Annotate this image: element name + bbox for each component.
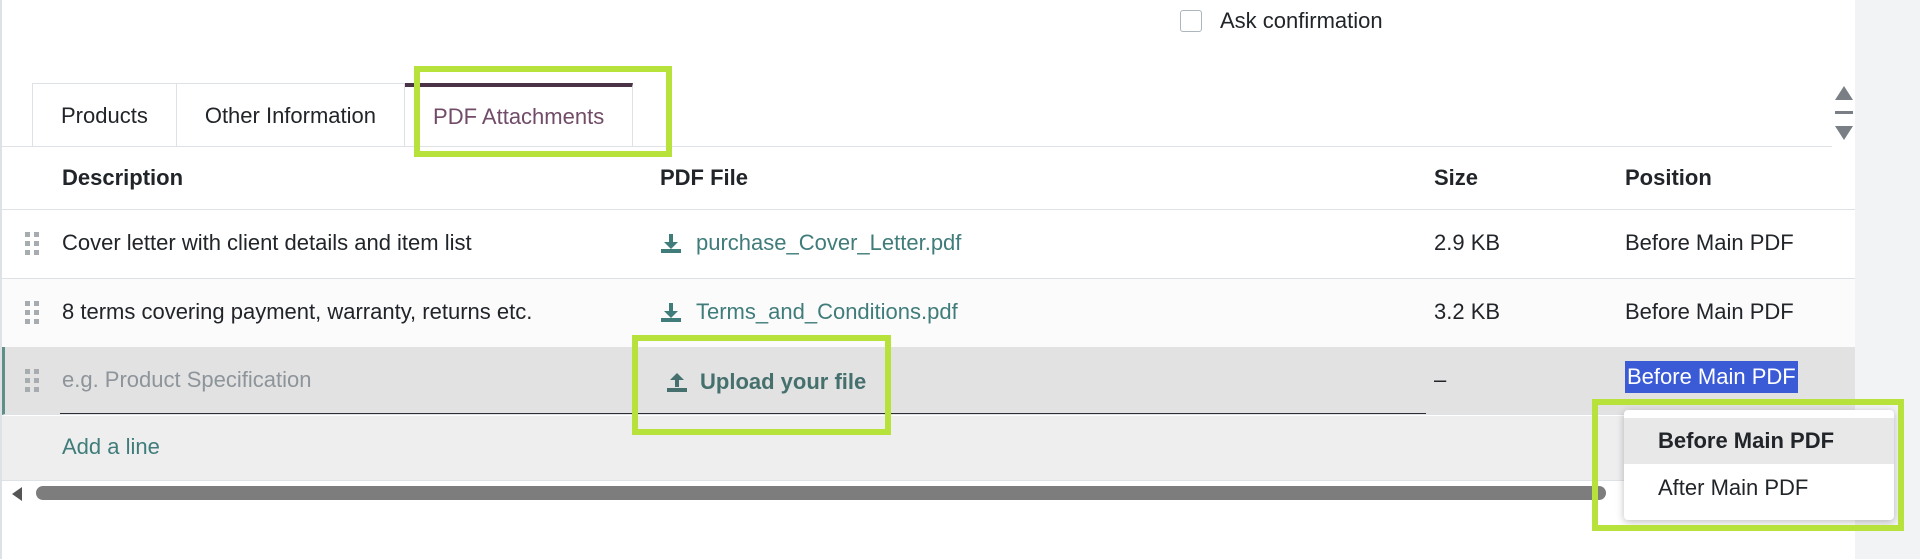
tab-products[interactable]: Products <box>32 83 177 147</box>
pdf-file-name[interactable]: purchase_Cover_Letter.pdf <box>696 230 961 256</box>
notebook-tabs: Products Other Information PDF Attachmen… <box>32 83 634 147</box>
scrollbar-thumb[interactable] <box>36 486 1606 500</box>
row-description[interactable]: Cover letter with client details and ite… <box>62 230 472 256</box>
tab-pdf-attachments[interactable]: PDF Attachments <box>405 83 634 147</box>
column-header-size[interactable]: Size <box>1434 165 1478 191</box>
column-header-description[interactable]: Description <box>62 165 183 191</box>
row-position[interactable]: Before Main PDF <box>1625 230 1794 256</box>
pdf-file-link[interactable]: Terms_and_Conditions.pdf <box>660 299 958 325</box>
download-icon <box>661 234 681 253</box>
upload-file-label: Upload your file <box>700 369 867 394</box>
row-description[interactable]: 8 terms covering payment, warranty, retu… <box>62 299 532 325</box>
dropdown-option-label: Before Main PDF <box>1658 428 1835 453</box>
ask-confirmation[interactable]: Ask confirmation <box>1180 8 1383 34</box>
position-dropdown: Before Main PDF After Main PDF <box>1624 410 1894 520</box>
drag-handle-icon[interactable] <box>25 232 41 256</box>
table-header: Description PDF File Size Position <box>2 147 1855 210</box>
row-position[interactable]: Before Main PDF <box>1625 299 1794 325</box>
description-input-underline <box>60 413 1426 414</box>
download-icon <box>661 303 681 322</box>
upload-icon <box>667 373 687 392</box>
drag-handle-icon[interactable] <box>25 301 41 325</box>
table-row[interactable]: 8 terms covering payment, warranty, retu… <box>2 279 1855 348</box>
pdf-file-link[interactable]: purchase_Cover_Letter.pdf <box>660 230 961 256</box>
add-line-row: Add a line <box>2 416 1855 481</box>
column-header-pdf-file[interactable]: PDF File <box>660 165 748 191</box>
row-size: – <box>1434 367 1447 392</box>
tab-pdf-attachments-label: PDF Attachments <box>433 104 605 129</box>
scroll-left-icon[interactable] <box>12 487 22 501</box>
table-row-editing[interactable]: e.g. Product Specification Upload your f… <box>2 347 1855 415</box>
tab-other-information[interactable]: Other Information <box>176 83 406 147</box>
scroll-handle-icon[interactable] <box>1835 111 1853 114</box>
row-size: 3.2 KB <box>1434 299 1501 324</box>
row-size: 2.9 KB <box>1434 230 1501 255</box>
dropdown-option-before-main-pdf[interactable]: Before Main PDF <box>1624 418 1894 464</box>
vertical-scroll-control[interactable] <box>1832 86 1856 142</box>
column-header-position[interactable]: Position <box>1625 165 1712 191</box>
pdf-file-name[interactable]: Terms_and_Conditions.pdf <box>696 299 958 325</box>
dropdown-option-label: After Main PDF <box>1658 475 1809 500</box>
add-line-link[interactable]: Add a line <box>62 434 160 460</box>
scroll-down-icon[interactable] <box>1835 126 1853 140</box>
position-select[interactable]: Before Main PDF <box>1625 361 1798 393</box>
tab-products-label: Products <box>61 102 148 128</box>
form-panel: Ask confirmation Products Other Informat… <box>0 0 1855 559</box>
dropdown-option-after-main-pdf[interactable]: After Main PDF <box>1624 465 1894 511</box>
upload-file-button[interactable]: Upload your file <box>666 369 866 395</box>
ask-confirmation-label: Ask confirmation <box>1220 8 1383 33</box>
description-input[interactable]: e.g. Product Specification <box>62 367 311 393</box>
horizontal-scrollbar[interactable] <box>2 482 1855 504</box>
scroll-up-icon[interactable] <box>1835 86 1853 100</box>
table-row[interactable]: Cover letter with client details and ite… <box>2 210 1855 279</box>
tab-other-information-label: Other Information <box>204 102 377 128</box>
ask-confirmation-checkbox[interactable] <box>1180 10 1202 32</box>
drag-handle-icon[interactable] <box>25 369 41 393</box>
